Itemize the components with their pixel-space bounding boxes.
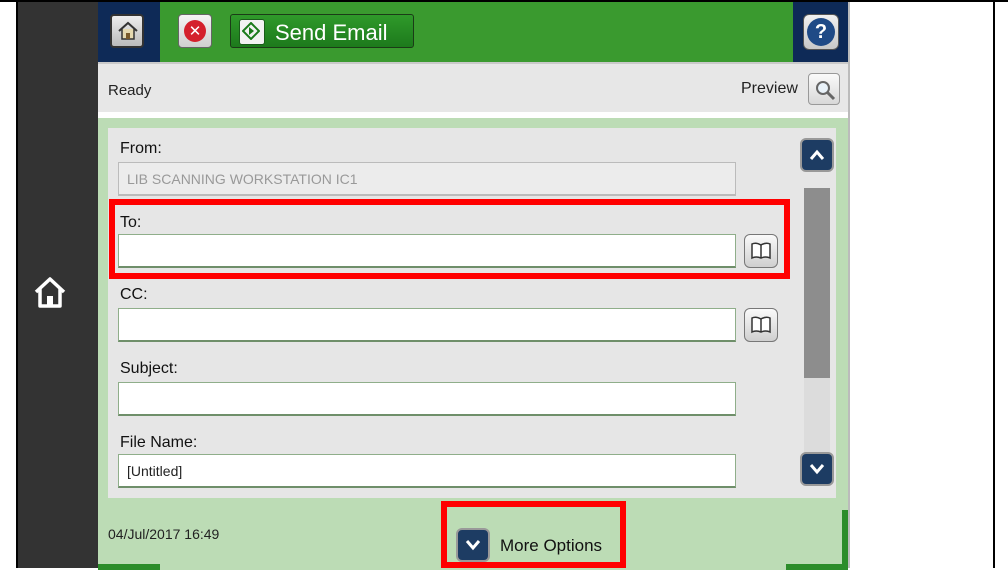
send-email-label: Send Email [275,20,388,45]
scroll-up-button[interactable] [800,138,834,172]
chevron-down-icon [809,464,825,475]
status-text: Ready [108,82,152,99]
subject-label: Subject: [120,360,178,377]
more-options-label[interactable]: More Options [500,536,602,556]
cc-address-book-button[interactable] [744,308,778,342]
preview-button[interactable] [808,73,840,105]
scroll-down-button[interactable] [800,452,834,486]
from-label: From: [120,140,162,157]
chevron-down-icon [465,540,481,551]
title-bar: ✕ Send Email ? [98,2,848,62]
email-form-panel: From: LIB SCANNING WORKSTATION IC1 To: C… [98,118,848,498]
form-area: From: LIB SCANNING WORKSTATION IC1 To: C… [108,128,836,498]
cancel-button[interactable]: ✕ [178,14,212,48]
bottom-bar: 04/Jul/2017 16:49 More Options [98,498,848,570]
file-name-label: File Name: [120,434,198,451]
more-options-button[interactable] [456,528,490,562]
file-name-value: [Untitled] [127,463,183,479]
cc-field[interactable] [118,308,736,342]
scrollbar-track[interactable] [804,188,830,456]
to-field[interactable] [118,234,736,268]
home-icon [118,21,138,40]
from-value: LIB SCANNING WORKSTATION IC1 [127,171,358,187]
to-label: To: [120,214,142,231]
from-field: LIB SCANNING WORKSTATION IC1 [118,162,736,196]
help-icon: ? [807,18,835,46]
side-home-icon[interactable] [30,272,70,312]
status-bar: Ready Preview [98,62,848,112]
datetime-label: 04/Jul/2017 16:49 [108,526,220,542]
file-name-field[interactable]: [Untitled] [118,454,736,488]
chevron-up-icon [809,149,825,160]
preview-label[interactable]: Preview [741,80,798,98]
send-email-button[interactable]: Send Email [230,14,414,48]
subject-field[interactable] [118,382,736,416]
cancel-icon: ✕ [184,20,206,42]
help-button[interactable]: ? [803,14,839,50]
device-screen: ✕ Send Email ? Ready Preview From: LIB S… [98,2,848,570]
magnifier-icon [816,81,836,101]
address-book-icon [751,316,771,334]
address-book-icon [751,242,771,260]
start-icon [239,19,265,45]
scrollbar-thumb[interactable] [804,188,830,378]
to-address-book-button[interactable] [744,234,778,268]
home-button[interactable] [110,14,144,48]
cc-label: CC: [120,286,148,303]
